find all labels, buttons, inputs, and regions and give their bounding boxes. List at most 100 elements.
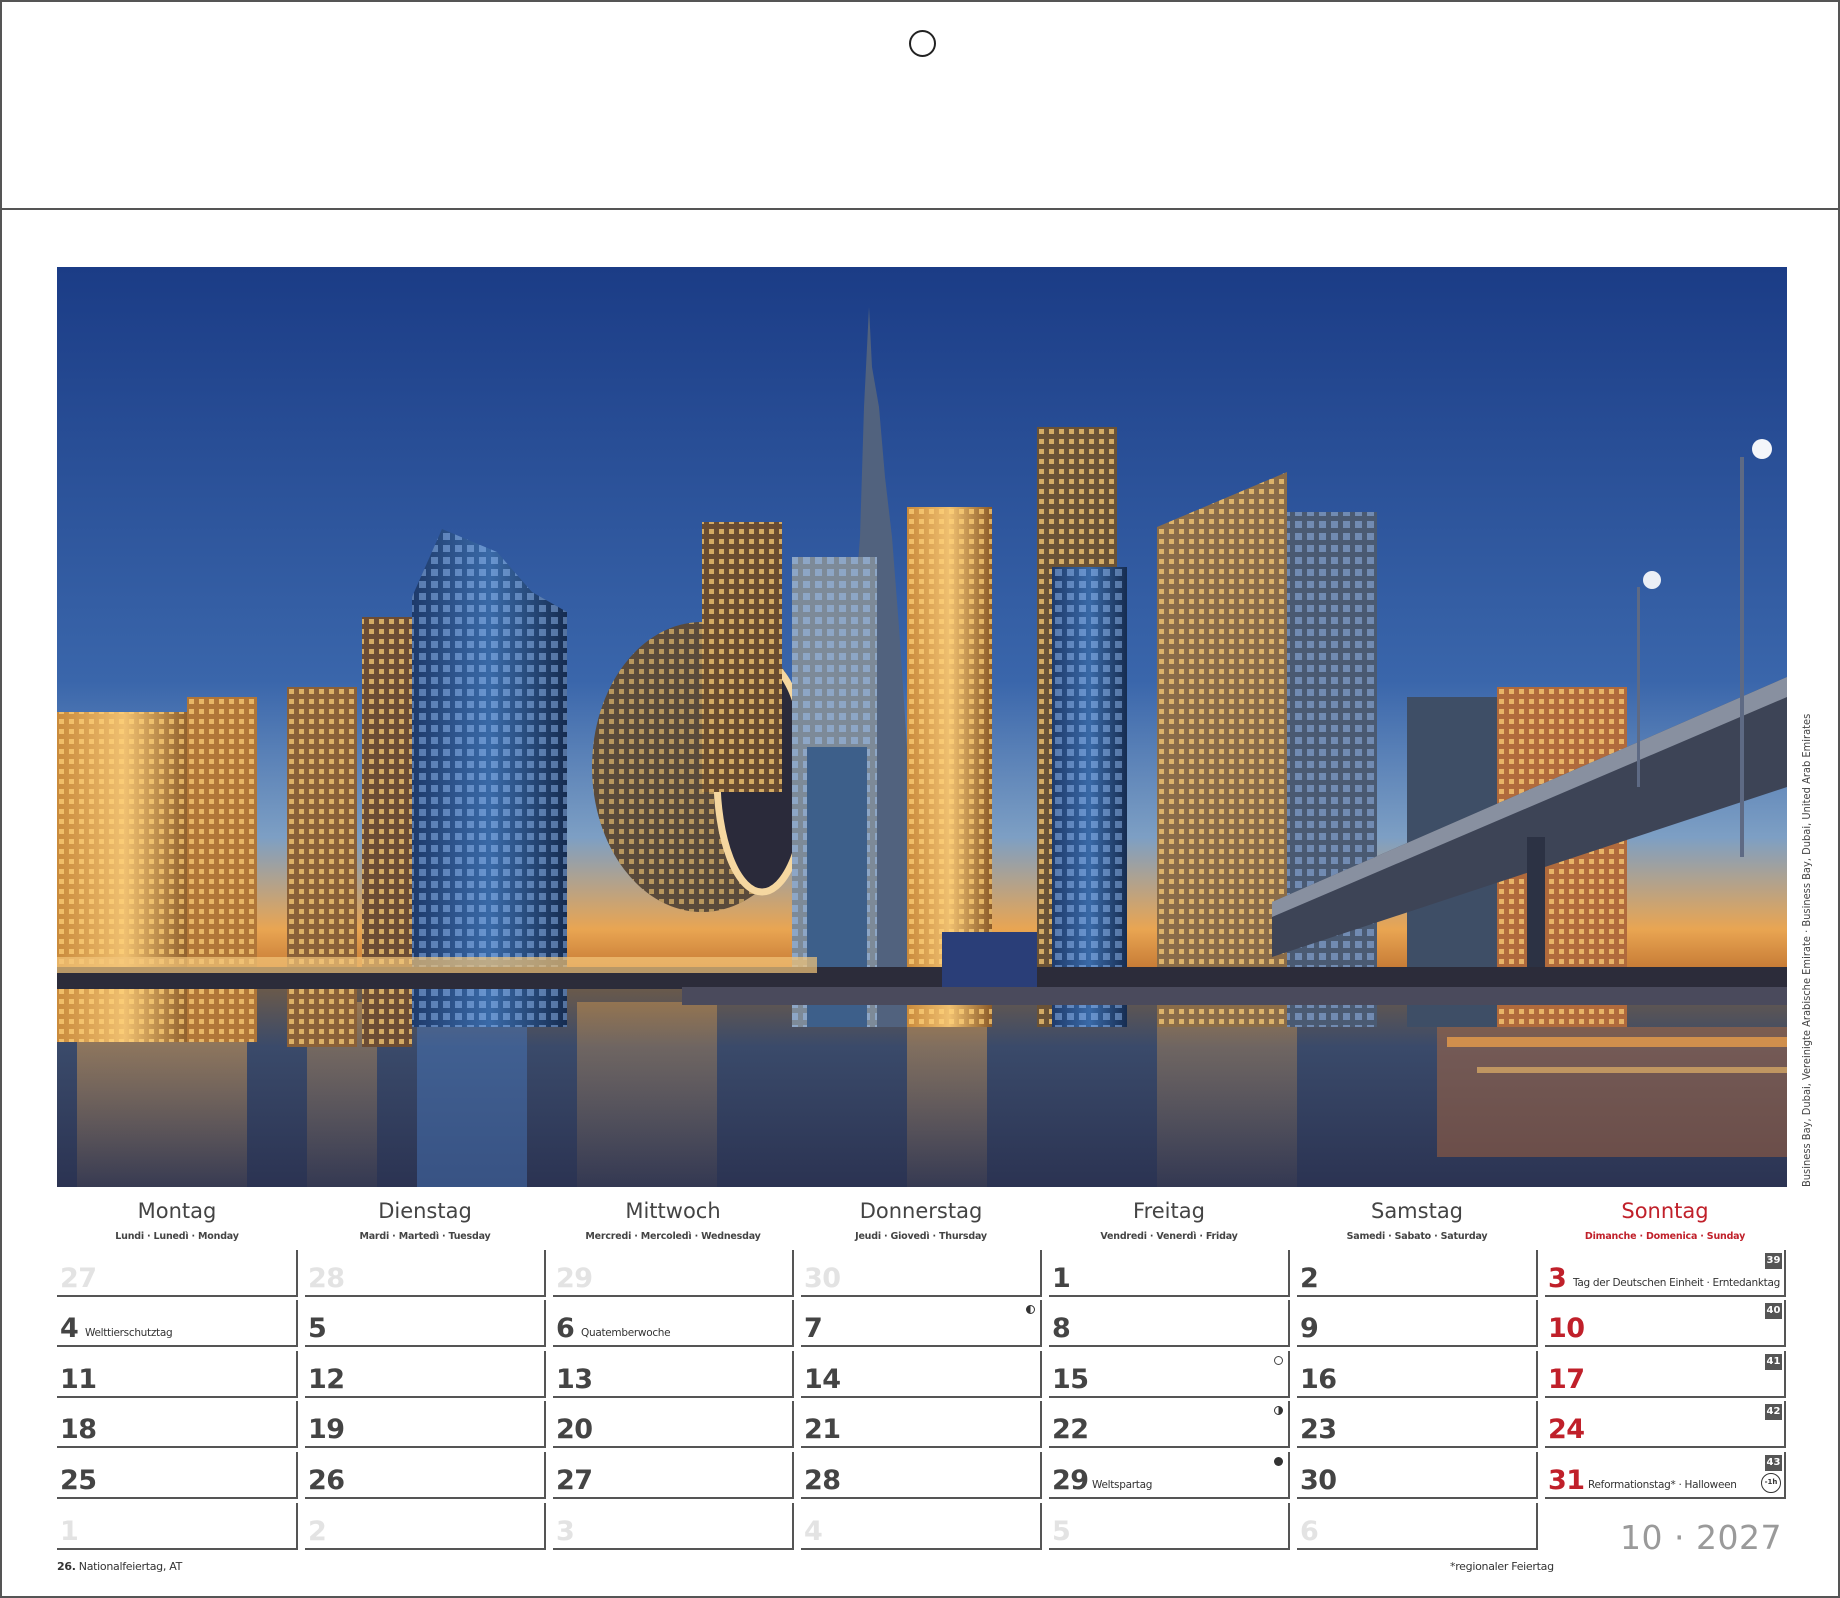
weekday-header-4: Freitag Vendredi · Venerdì · Friday <box>1049 1198 1289 1242</box>
day-number: 24 <box>1548 1414 1585 1445</box>
day-number: 4 <box>804 1516 823 1547</box>
day-number: 19 <box>308 1414 345 1445</box>
day-cell: 5 <box>305 1300 546 1347</box>
weekday-header-6: Sonntag Dimanche · Domenica · Sunday <box>1545 1198 1785 1242</box>
day-number: 29 <box>556 1263 593 1294</box>
day-number: 5 <box>308 1313 327 1344</box>
day-cell: 5 <box>1049 1503 1290 1550</box>
day-number: 11 <box>60 1364 97 1395</box>
hanger-hole-icon <box>909 30 936 57</box>
day-cell: 4 <box>801 1503 1042 1550</box>
day-cell: 21 <box>801 1401 1042 1448</box>
day-number: 9 <box>1300 1313 1319 1344</box>
day-cell: 19 <box>305 1401 546 1448</box>
weekday-name: Samstag <box>1370 1199 1464 1223</box>
moon-phase-full-icon <box>1274 1356 1283 1365</box>
day-note: Quatemberwoche <box>581 1327 671 1339</box>
weekday-header-0: Montag Lundi · Lunedì · Monday <box>57 1198 297 1242</box>
day-number: 31 <box>1548 1465 1585 1496</box>
skyline-photo <box>57 267 1787 1187</box>
day-note: Welttierschutztag <box>85 1327 173 1339</box>
day-number: 27 <box>556 1465 593 1496</box>
day-cell: 2 <box>305 1503 546 1550</box>
day-cell: 12 <box>305 1351 546 1398</box>
day-number: 27 <box>60 1263 97 1294</box>
weekday-translations: Jeudi · Giovedì · Thursday <box>855 1231 987 1242</box>
header-strip <box>2 2 1838 210</box>
calendar-page: Business Bay, Dubai, Vereinigte Arabisch… <box>0 0 1840 1598</box>
day-cell: 9 <box>1297 1300 1538 1347</box>
weekday-translations: Vendredi · Venerdì · Friday <box>1100 1231 1238 1242</box>
day-number: 30 <box>804 1263 841 1294</box>
day-cell: 20 <box>553 1401 794 1448</box>
day-cell: 24 42 <box>1545 1401 1786 1448</box>
photo-caption: Business Bay, Dubai, Vereinigte Arabisch… <box>1800 713 1813 1187</box>
day-cell: 14 <box>801 1351 1042 1398</box>
day-cell: 4 Welttierschutztag <box>57 1300 298 1347</box>
day-cell: 3 Tag der Deutschen Einheit · Erntedankta… <box>1545 1250 1786 1297</box>
weekday-header-3: Donnerstag Jeudi · Giovedì · Thursday <box>801 1198 1041 1242</box>
weekday-translations: Dimanche · Domenica · Sunday <box>1584 1231 1746 1242</box>
footnote-holiday-at: 26. Nationalfeiertag, AT <box>57 1560 182 1573</box>
day-cell: 28 <box>801 1452 1042 1499</box>
day-number: 10 <box>1548 1313 1585 1344</box>
day-cell: 29 <box>553 1250 794 1297</box>
day-note: Tag der Deutschen Einheit · Erntedanktag <box>1573 1277 1780 1289</box>
day-cell: 10 40 <box>1545 1300 1786 1347</box>
weekday-name: Sonntag <box>1621 1199 1709 1223</box>
day-cell: 11 <box>57 1351 298 1398</box>
day-cell: 27 <box>553 1452 794 1499</box>
moon-phase-half-l-icon <box>1026 1305 1035 1314</box>
day-number: 28 <box>804 1465 841 1496</box>
day-cell: 7 <box>801 1300 1042 1347</box>
day-number: 25 <box>60 1465 97 1496</box>
weekday-name: Mittwoch <box>625 1199 721 1223</box>
day-number: 23 <box>1300 1414 1337 1445</box>
day-number: 13 <box>556 1364 593 1395</box>
weekday-translations: Lundi · Lunedì · Monday <box>115 1231 239 1242</box>
day-number: 15 <box>1052 1364 1089 1395</box>
footnote-text: Nationalfeiertag, AT <box>75 1560 183 1573</box>
day-number: 1 <box>60 1516 79 1547</box>
week-number-badge: 41 <box>1765 1354 1782 1370</box>
day-number: 8 <box>1052 1313 1071 1344</box>
moon-phase-half-r-icon <box>1274 1406 1283 1415</box>
day-cell: 23 <box>1297 1401 1538 1448</box>
day-cell: 27 <box>57 1250 298 1297</box>
day-number: 2 <box>308 1516 327 1547</box>
day-cell: 13 <box>553 1351 794 1398</box>
day-cell: 28 <box>305 1250 546 1297</box>
week-number-badge: 43 <box>1765 1455 1782 1471</box>
day-number: 2 <box>1300 1263 1319 1294</box>
day-cell: 2 <box>1297 1250 1538 1297</box>
dubai-skyline-illustration <box>57 267 1787 1187</box>
day-note: Reformationstag* · Halloween <box>1588 1479 1737 1491</box>
day-number: 12 <box>308 1364 345 1395</box>
day-cell: 6 Quatemberwoche <box>553 1300 794 1347</box>
moon-phase-new-icon <box>1274 1457 1283 1466</box>
day-cell: 30 <box>801 1250 1042 1297</box>
day-number: 16 <box>1300 1364 1337 1395</box>
footnote-day: 26. <box>57 1560 76 1573</box>
weekday-name: Dienstag <box>378 1199 472 1223</box>
weekday-translations: Mardi · Martedì · Tuesday <box>359 1231 491 1242</box>
day-number: 26 <box>308 1465 345 1496</box>
day-number: 6 <box>1300 1516 1319 1547</box>
day-number: 5 <box>1052 1516 1071 1547</box>
day-cell: 29 Weltspartag <box>1049 1452 1290 1499</box>
week-number-badge: 40 <box>1765 1303 1782 1319</box>
day-number: 28 <box>308 1263 345 1294</box>
day-number: 14 <box>804 1364 841 1395</box>
day-cell: 8 <box>1049 1300 1290 1347</box>
day-note: Weltspartag <box>1092 1479 1153 1491</box>
week-number-badge: 42 <box>1765 1404 1782 1420</box>
day-cell: 16 <box>1297 1351 1538 1398</box>
day-number: 22 <box>1052 1414 1089 1445</box>
day-number: 17 <box>1548 1364 1585 1395</box>
week-number-badge: 39 <box>1765 1253 1782 1269</box>
day-cell: 31 Reformationstag* · Halloween 43 -1h <box>1545 1452 1786 1499</box>
day-number: 18 <box>60 1414 97 1445</box>
day-cell: 3 <box>553 1503 794 1550</box>
day-number: 20 <box>556 1414 593 1445</box>
day-number: 21 <box>804 1414 841 1445</box>
